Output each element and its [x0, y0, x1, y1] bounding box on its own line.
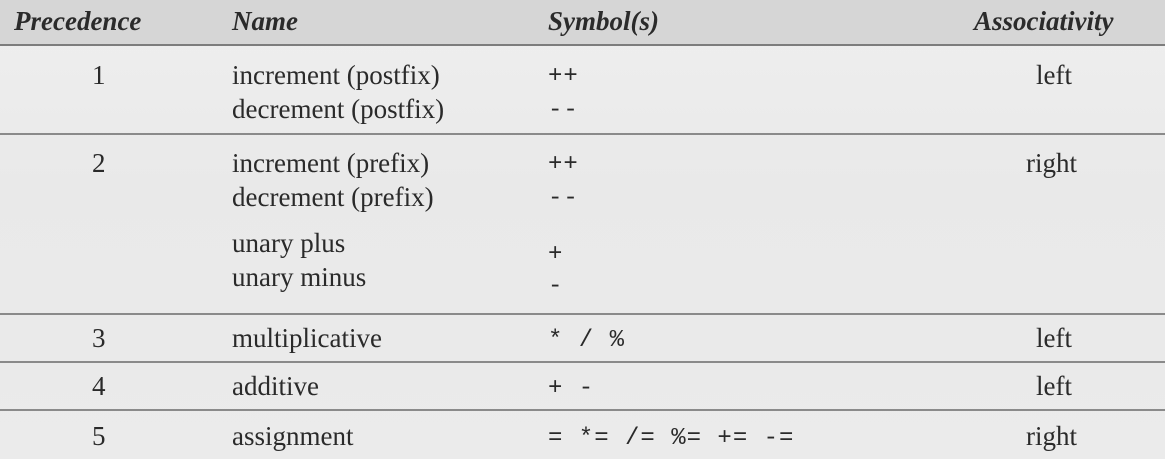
associativity-value: right [1026, 148, 1077, 178]
operator-symbol: * / % [548, 327, 626, 354]
associativity-value: left [1036, 60, 1072, 90]
precedence-value: 1 [92, 60, 106, 90]
operator-name: increment (postfix) [232, 60, 440, 90]
header-associativity: Associativity [974, 6, 1114, 36]
precedence-value: 3 [92, 323, 106, 353]
operator-name: decrement (postfix) [232, 94, 445, 124]
operator-symbol: ++ [548, 63, 579, 90]
header-symbols: Symbol(s) [548, 6, 659, 36]
precedence-value: 4 [92, 371, 106, 401]
operator-symbol: ++ [548, 151, 579, 178]
row-divider [0, 313, 1165, 315]
row-divider [0, 361, 1165, 363]
operator-name: decrement (prefix) [232, 182, 434, 212]
associativity-value: left [1036, 323, 1072, 353]
associativity-value: left [1036, 371, 1072, 401]
header-precedence: Precedence [14, 6, 142, 36]
operator-name: unary plus [232, 228, 346, 258]
operator-symbol: = *= /= %= += -= [548, 425, 795, 452]
operator-name: unary minus [232, 262, 367, 292]
operator-symbol: -- [548, 97, 579, 124]
operator-symbol: - [548, 273, 564, 300]
operator-symbol: -- [548, 185, 579, 212]
associativity-value: right [1026, 421, 1077, 451]
operator-symbol: + - [548, 375, 595, 402]
operator-symbol: + [548, 241, 564, 268]
precedence-value: 5 [92, 421, 106, 451]
header-name: Name [232, 6, 298, 36]
operator-name: assignment [232, 421, 354, 451]
operator-name: multiplicative [232, 323, 382, 353]
operator-name: additive [232, 371, 319, 401]
row-divider [0, 409, 1165, 411]
precedence-value: 2 [92, 148, 106, 178]
table-header: Precedence Name Symbol(s) Associativity [0, 0, 1165, 46]
precedence-table: Precedence Name Symbol(s) Associativity … [0, 0, 1165, 459]
row-divider [0, 133, 1165, 135]
operator-name: increment (prefix) [232, 148, 430, 178]
